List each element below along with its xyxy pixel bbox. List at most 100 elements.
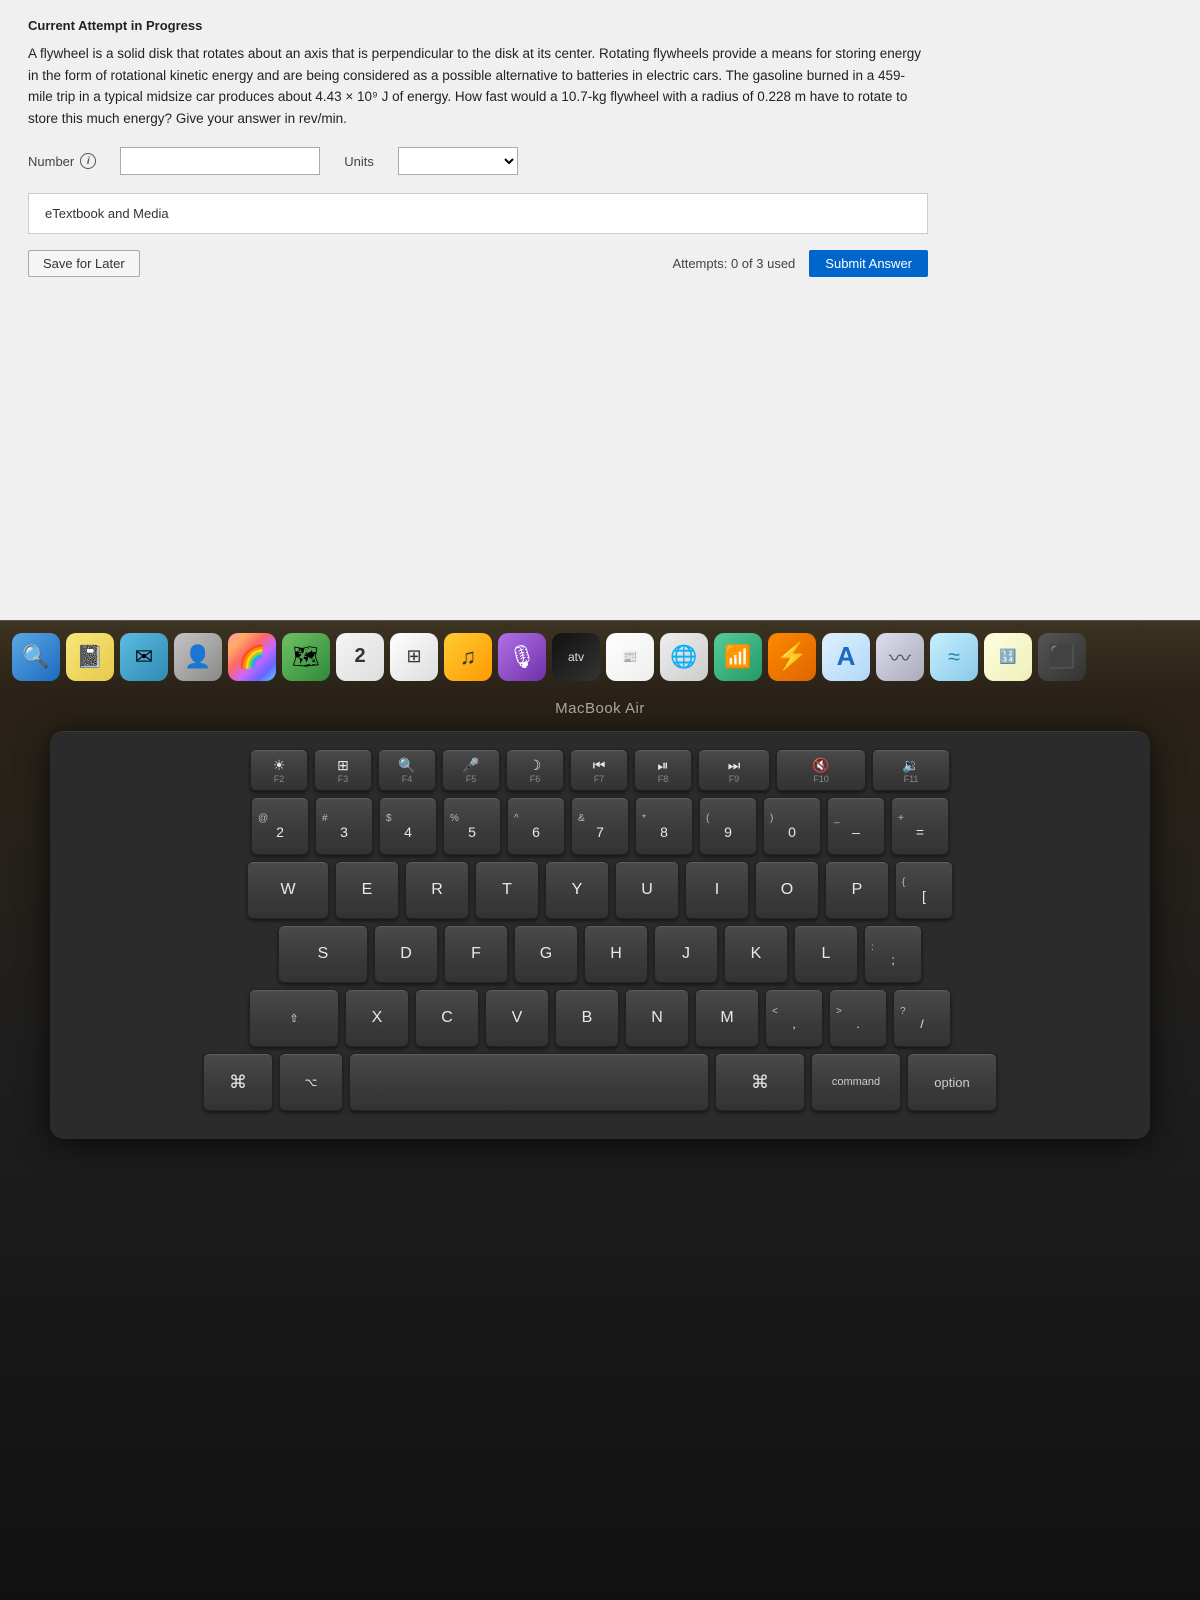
key-cmd-right-icon[interactable]: ⌘ — [715, 1053, 805, 1111]
dock-icon-a[interactable]: A — [822, 633, 870, 681]
dock-icon-tile1[interactable]: 🔢 — [984, 633, 1032, 681]
key-c[interactable]: C — [415, 989, 479, 1047]
fn-key-row: ☀ F2 ⊞ F3 🔍 F4 🎤 F5 ☽ F6 — [68, 749, 1132, 791]
key-j[interactable]: J — [654, 925, 718, 983]
dock-bar: 🔍 📓 ✉ 👤 🌈 🗺 2 ⊞ ♫ 🎙 atv 📰 🌐 📶 ⚡ A 〰 ≈ 🔢 … — [0, 620, 1200, 692]
dock-icon-tile2[interactable]: ⬛ — [1038, 633, 1086, 681]
macbook-label: MacBook Air — [555, 700, 645, 717]
dock-icon-maps[interactable]: 🗺 — [282, 633, 330, 681]
key-amp-7[interactable]: & 7 — [571, 797, 629, 855]
key-caret-6[interactable]: ^ 6 — [507, 797, 565, 855]
key-i[interactable]: I — [685, 861, 749, 919]
key-question[interactable]: ? / — [893, 989, 951, 1047]
dock-icon-clock[interactable]: ⊞ — [390, 633, 438, 681]
mac-bottom-area: 🔍 📓 ✉ 👤 🌈 🗺 2 ⊞ ♫ 🎙 atv 📰 🌐 📶 ⚡ A 〰 ≈ 🔢 … — [0, 620, 1200, 1600]
key-p[interactable]: P — [825, 861, 889, 919]
save-later-button[interactable]: Save for Later — [28, 250, 140, 277]
key-r[interactable]: R — [405, 861, 469, 919]
dock-icon-finder[interactable]: 🔍 — [12, 633, 60, 681]
key-n[interactable]: N — [625, 989, 689, 1047]
keyboard-wrapper: ☀ F2 ⊞ F3 🔍 F4 🎤 F5 ☽ F6 — [0, 717, 1200, 1600]
key-star-8[interactable]: * 8 — [635, 797, 693, 855]
bottom-key-row: ⌘ ⌥ ⌘ command option — [68, 1053, 1132, 1111]
key-h[interactable]: H — [584, 925, 648, 983]
command-label: command — [832, 1076, 880, 1088]
dock-icon-mail[interactable]: ✉ — [120, 633, 168, 681]
key-v[interactable]: V — [485, 989, 549, 1047]
key-f5[interactable]: 🎤 F5 — [442, 749, 500, 791]
key-b[interactable]: B — [555, 989, 619, 1047]
key-u[interactable]: U — [615, 861, 679, 919]
etextbook-box[interactable]: eTextbook and Media — [28, 193, 928, 234]
dock-icon-wifi[interactable]: ≈ — [930, 633, 978, 681]
key-f11[interactable]: 🔉 F11 — [872, 749, 950, 791]
key-colon[interactable]: : ; — [864, 925, 922, 983]
attempt-label: Current Attempt in Progress — [28, 18, 1172, 33]
dock-icon-music[interactable]: ♫ — [444, 633, 492, 681]
units-select[interactable] — [398, 147, 518, 175]
key-f[interactable]: F — [444, 925, 508, 983]
dock-icon-appletv[interactable]: atv — [552, 633, 600, 681]
key-g[interactable]: G — [514, 925, 578, 983]
attempts-submit-area: Attempts: 0 of 3 used Submit Answer — [672, 250, 928, 277]
key-e[interactable]: E — [335, 861, 399, 919]
answer-input-row: Number i Units — [28, 147, 1172, 175]
dock-icon-photos[interactable]: 🌈 — [228, 633, 276, 681]
key-gt[interactable]: > . — [829, 989, 887, 1047]
question-text: A flywheel is a solid disk that rotates … — [28, 43, 928, 129]
info-icon: i — [80, 153, 96, 169]
key-o[interactable]: O — [755, 861, 819, 919]
qwerty-row: W E R T Y U I O P { [ — [68, 861, 1132, 919]
submit-answer-button[interactable]: Submit Answer — [809, 250, 928, 277]
key-y[interactable]: Y — [545, 861, 609, 919]
key-dollar-4[interactable]: $ 4 — [379, 797, 437, 855]
key-f8[interactable]: ⏯ F8 — [634, 749, 692, 791]
key-dash[interactable]: _ – — [827, 797, 885, 855]
number-input[interactable] — [120, 147, 320, 175]
key-x[interactable]: X — [345, 989, 409, 1047]
key-f7[interactable]: ⏮ F7 — [570, 749, 628, 791]
key-alt-left[interactable]: ⌥ — [279, 1053, 343, 1111]
dock-icon-news[interactable]: 📰 — [606, 633, 654, 681]
dock-icon-slash[interactable]: ⚡ — [768, 633, 816, 681]
key-at-2[interactable]: @ 2 — [251, 797, 309, 855]
key-lt[interactable]: < , — [765, 989, 823, 1047]
dock-icon-chrome[interactable]: 🌐 — [660, 633, 708, 681]
key-command-right[interactable]: command — [811, 1053, 901, 1111]
key-shift-left[interactable]: ⇧ — [249, 989, 339, 1047]
key-l[interactable]: L — [794, 925, 858, 983]
key-lparen-9[interactable]: ( 9 — [699, 797, 757, 855]
key-hash-3[interactable]: # 3 — [315, 797, 373, 855]
key-f2[interactable]: ☀ F2 — [250, 749, 308, 791]
dock-icon-calendar[interactable]: 2 — [336, 633, 384, 681]
units-label: Units — [344, 154, 374, 169]
browser-content: Current Attempt in Progress A flywheel i… — [0, 0, 1200, 620]
key-k[interactable]: K — [724, 925, 788, 983]
key-t[interactable]: T — [475, 861, 539, 919]
zxcv-row: ⇧ X C V B N M < , > . ? / — [68, 989, 1132, 1047]
key-s[interactable]: S — [278, 925, 368, 983]
dock-icon-spiral[interactable]: 〰 — [876, 633, 924, 681]
dock-icon-podcast[interactable]: 🎙 — [498, 633, 546, 681]
key-rparen-0[interactable]: ) 0 — [763, 797, 821, 855]
key-f6[interactable]: ☽ F6 — [506, 749, 564, 791]
dock-icon-notes[interactable]: 📓 — [66, 633, 114, 681]
key-f9[interactable]: ⏭ F9 — [698, 749, 770, 791]
number-label: Number i — [28, 153, 96, 169]
key-lbracket[interactable]: { [ — [895, 861, 953, 919]
key-f4[interactable]: 🔍 F4 — [378, 749, 436, 791]
key-cmd-left-icon[interactable]: ⌘ — [203, 1053, 273, 1111]
key-spacebar[interactable] — [349, 1053, 709, 1111]
bottom-row: Save for Later Attempts: 0 of 3 used Sub… — [28, 250, 928, 277]
key-percent-5[interactable]: % 5 — [443, 797, 501, 855]
number-key-row: @ 2 # 3 $ 4 % 5 ^ 6 — [68, 797, 1132, 855]
dock-icon-contacts[interactable]: 👤 — [174, 633, 222, 681]
dock-icon-stats[interactable]: 📶 — [714, 633, 762, 681]
key-f3[interactable]: ⊞ F3 — [314, 749, 372, 791]
key-m[interactable]: M — [695, 989, 759, 1047]
key-option-right[interactable]: option — [907, 1053, 997, 1111]
key-d[interactable]: D — [374, 925, 438, 983]
key-w[interactable]: W — [247, 861, 329, 919]
key-f10[interactable]: 🔇 F10 — [776, 749, 866, 791]
key-plus[interactable]: + = — [891, 797, 949, 855]
